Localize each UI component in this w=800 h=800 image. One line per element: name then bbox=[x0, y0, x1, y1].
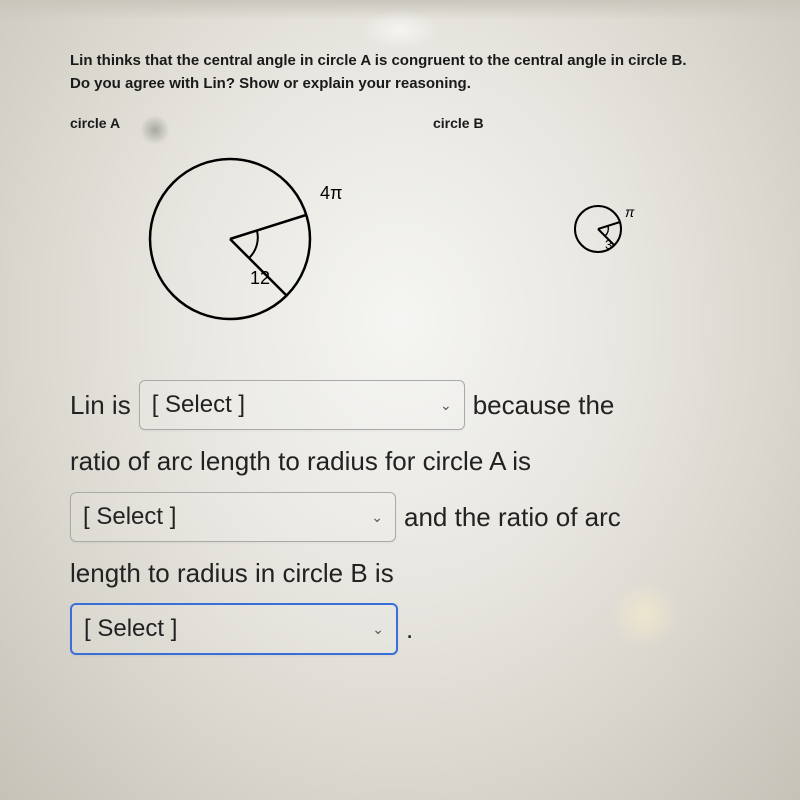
circle-a-radius-label: 12 bbox=[250, 268, 270, 288]
question-text: Lin thinks that the central angle in cir… bbox=[70, 50, 730, 95]
answer-period: . bbox=[406, 603, 413, 655]
circle-b-block: circle B π 3 bbox=[433, 115, 730, 269]
answer-mid-2: and the ratio of arc bbox=[404, 491, 621, 543]
select-lin-is[interactable]: [ Select ] ⌄ bbox=[139, 380, 465, 430]
circle-b-figure: π 3 bbox=[563, 189, 663, 269]
chevron-down-icon: ⌄ bbox=[440, 391, 452, 419]
question-line-2: Do you agree with Lin? Show or explain y… bbox=[70, 75, 471, 92]
answer-line-1: Lin is [ Select ] ⌄ because the bbox=[70, 379, 730, 431]
select-placeholder-1: [ Select ] bbox=[152, 381, 245, 429]
circle-a-figure: 4π 12 bbox=[130, 139, 350, 339]
select-ratio-b[interactable]: [ Select ] ⌄ bbox=[70, 603, 398, 655]
circles-row: circle A 4π 12 circle B π 3 bbox=[70, 115, 730, 339]
top-bar-shadow bbox=[0, 0, 800, 20]
circle-a-block: circle A 4π 12 bbox=[70, 115, 433, 339]
select-ratio-a[interactable]: [ Select ] ⌄ bbox=[70, 492, 396, 542]
answer-line-2: ratio of arc length to radius for circle… bbox=[70, 435, 730, 487]
chevron-down-icon: ⌄ bbox=[372, 615, 384, 643]
answer-block: Lin is [ Select ] ⌄ because the ratio of… bbox=[70, 379, 730, 655]
question-line-1: Lin thinks that the central angle in cir… bbox=[70, 52, 687, 69]
answer-line-3: [ Select ] ⌄ and the ratio of arc bbox=[70, 491, 730, 543]
select-placeholder-2: [ Select ] bbox=[83, 493, 176, 541]
answer-mid-1: because the bbox=[473, 379, 615, 431]
chevron-down-icon: ⌄ bbox=[371, 503, 383, 531]
answer-line-4-text: length to radius in circle B is bbox=[70, 547, 394, 599]
circle-b-arc-label: π bbox=[625, 204, 635, 220]
answer-line-2-text: ratio of arc length to radius for circle… bbox=[70, 435, 531, 487]
circle-a-arc-label: 4π bbox=[320, 183, 342, 203]
worksheet-content: Lin thinks that the central angle in cir… bbox=[0, 0, 800, 679]
answer-line-4: length to radius in circle B is bbox=[70, 547, 730, 599]
answer-prefix-1: Lin is bbox=[70, 379, 131, 431]
answer-line-5: [ Select ] ⌄ . bbox=[70, 603, 730, 655]
circle-b-radius-label: 3 bbox=[605, 237, 612, 252]
circle-a-label: circle A bbox=[70, 115, 433, 131]
circle-b-label: circle B bbox=[433, 115, 730, 131]
select-placeholder-3: [ Select ] bbox=[84, 605, 177, 653]
